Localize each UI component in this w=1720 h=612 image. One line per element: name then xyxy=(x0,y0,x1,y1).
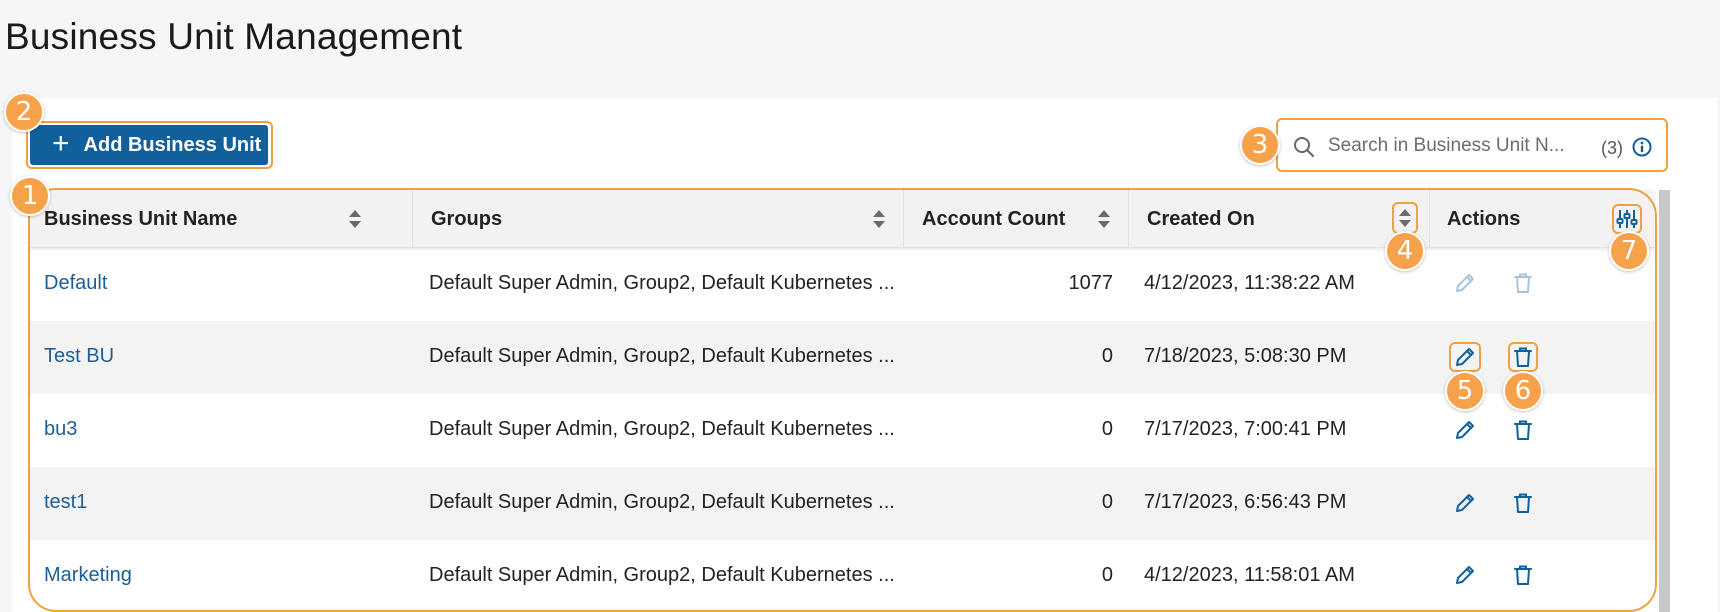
callout-badge: 3 xyxy=(1240,125,1280,165)
callout-badge: 2 xyxy=(4,92,44,132)
callout-badge: 1 xyxy=(10,176,50,216)
add-business-unit-button[interactable]: + Add Business Unit xyxy=(30,125,268,165)
callout-badge: 6 xyxy=(1503,371,1543,411)
callout-badge: 4 xyxy=(1385,231,1425,271)
plus-icon: + xyxy=(52,126,70,160)
info-icon[interactable] xyxy=(1632,137,1652,157)
page-title: Business Unit Management xyxy=(5,16,463,57)
search-field-count: (3) xyxy=(1601,138,1623,158)
callout-badge: 5 xyxy=(1445,371,1485,411)
search-input[interactable] xyxy=(1328,131,1578,161)
search-icon xyxy=(1294,137,1314,157)
add-business-unit-label: Add Business Unit xyxy=(83,133,262,156)
table-scrollbar[interactable] xyxy=(1659,190,1670,612)
callout-badge: 7 xyxy=(1609,231,1649,271)
